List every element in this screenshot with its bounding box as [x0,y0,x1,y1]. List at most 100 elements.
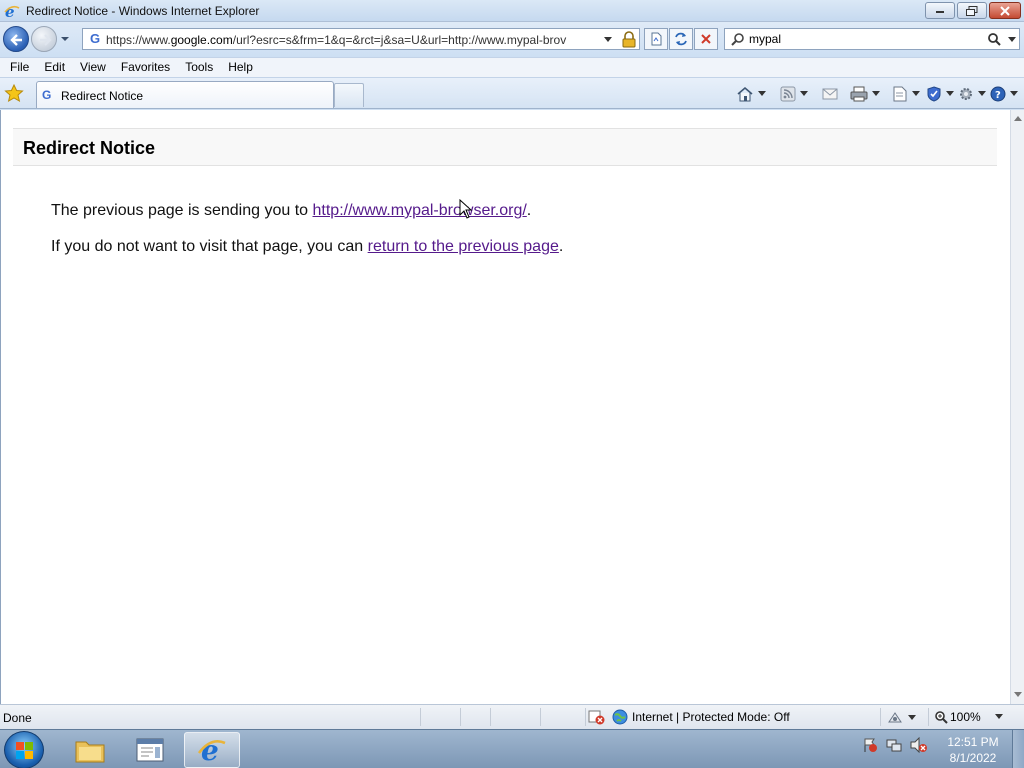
tools-menu-button[interactable] [958,84,986,104]
volume-muted-icon[interactable] [910,737,928,753]
search-provider-icon [731,33,744,46]
status-text: Done [3,711,32,725]
page-icon [893,86,907,102]
page-dropdown-icon[interactable] [912,91,920,97]
action-center-flag-icon[interactable] [862,737,878,753]
gear-icon [960,88,972,100]
home-button[interactable] [736,84,766,104]
tab-redirect-notice[interactable]: G Redirect Notice [36,81,334,108]
internet-explorer-icon: e [197,735,226,765]
window-title: Redirect Notice - Windows Internet Explo… [26,4,260,18]
taskbar-explorer[interactable] [62,732,118,768]
destination-link[interactable]: http://www.mypal-browser.org/ [313,202,527,219]
compatibility-view-icon [651,32,662,46]
taskbar-window-app[interactable] [122,732,178,768]
return-message: If you do not want to visit that page, y… [51,238,564,255]
search-box[interactable] [724,28,1020,50]
status-bar: Done Internet | Protected Mode: Off 100% [0,704,1024,729]
restore-icon [966,5,978,16]
clock-time: 12:51 PM [947,735,999,749]
taskbar: e 12:51 PM 8/1/2022 [0,729,1024,768]
safety-shield-icon [927,86,941,102]
recent-pages-dropdown-icon[interactable] [60,34,70,44]
tab-bar: G Redirect Notice ? [0,78,1024,109]
scroll-down-icon[interactable] [1014,692,1022,698]
menu-favorites[interactable]: Favorites [115,58,176,77]
search-input[interactable] [749,31,979,47]
minimize-button[interactable] [925,2,955,19]
close-icon [1000,5,1010,16]
read-mail-button[interactable] [822,84,838,104]
stop-icon [701,34,711,44]
tab-label: Redirect Notice [61,89,144,103]
page-title: Redirect Notice [23,138,156,158]
clock-date: 8/1/2022 [949,751,997,765]
return-previous-page-link[interactable]: return to the previous page [368,238,559,255]
back-button[interactable] [3,26,29,52]
google-favicon-icon: G [42,88,52,102]
show-desktop-button[interactable] [1012,730,1024,768]
print-dropdown-icon[interactable] [872,91,880,97]
vertical-scrollbar[interactable] [1010,110,1024,704]
page-header: Redirect Notice [13,128,997,166]
zoom-level[interactable]: 100% [934,710,1003,724]
folder-icon [75,741,105,763]
menu-file[interactable]: File [4,58,35,77]
back-arrow-icon [10,34,22,46]
security-lock-icon[interactable] [621,31,637,48]
help-icon: ? [990,86,1006,102]
address-bar[interactable]: G https://www.google.com/url?esrc=s&frm=… [82,28,640,50]
safety-menu-button[interactable] [926,84,954,104]
address-url[interactable]: https://www.google.com/url?esrc=s&frm=1&… [106,33,598,47]
svg-text:e: e [201,735,219,765]
mouse-cursor-icon [459,199,473,219]
scroll-up-icon[interactable] [1014,116,1022,122]
safety-dropdown-icon[interactable] [946,91,954,97]
compatibility-view-button[interactable] [644,28,668,50]
forward-arrow-icon [40,34,52,46]
svg-text:?: ? [995,90,1001,101]
stop-button[interactable] [694,28,718,50]
search-options-dropdown-icon[interactable] [1008,37,1016,43]
help-dropdown-icon[interactable] [1010,91,1018,97]
home-dropdown-icon[interactable] [758,91,766,97]
favorites-star-icon[interactable] [4,84,24,102]
zoom-value: 100% [950,710,981,724]
close-button[interactable] [989,2,1021,19]
print-button[interactable] [850,84,880,104]
page-content: Redirect Notice The previous page is sen… [0,110,1010,704]
menu-bar: File Edit View Favorites Tools Help [0,57,1024,78]
security-zone[interactable]: Internet | Protected Mode: Off [588,709,790,725]
network-icon[interactable] [886,737,902,753]
search-icon[interactable] [987,32,1001,46]
address-dropdown-icon[interactable] [603,36,613,44]
forward-button[interactable] [31,26,57,52]
application-window-icon [136,738,164,762]
page-menu-button[interactable] [892,84,920,104]
feeds-dropdown-icon[interactable] [800,91,808,97]
taskbar-internet-explorer[interactable]: e [184,732,240,768]
menu-edit[interactable]: Edit [38,58,71,77]
google-favicon-icon: G [89,31,101,46]
refresh-icon [675,32,687,46]
menu-view[interactable]: View [74,58,112,77]
refresh-button[interactable] [669,28,693,50]
help-menu-button[interactable]: ? [990,84,1018,104]
menu-help[interactable]: Help [222,58,259,77]
title-bar: e Redirect Notice - Windows Internet Exp… [0,0,1024,22]
mail-icon [822,88,838,100]
zone-label: Internet | Protected Mode: Off [632,710,790,724]
internet-globe-icon [612,709,628,725]
start-button[interactable] [4,731,44,768]
accelerator-dropdown-icon[interactable] [908,715,916,721]
system-clock[interactable]: 12:51 PM 8/1/2022 [940,734,1006,766]
tools-dropdown-icon[interactable] [978,91,986,97]
new-tab-button[interactable] [334,83,364,107]
feeds-button[interactable] [780,84,808,104]
accelerator-button[interactable] [886,708,916,728]
restore-button[interactable] [957,2,987,19]
zoom-dropdown-icon[interactable] [994,714,1003,720]
zoom-magnifier-icon [935,711,948,724]
menu-tools[interactable]: Tools [179,58,219,77]
ie-app-icon: e [4,3,20,21]
